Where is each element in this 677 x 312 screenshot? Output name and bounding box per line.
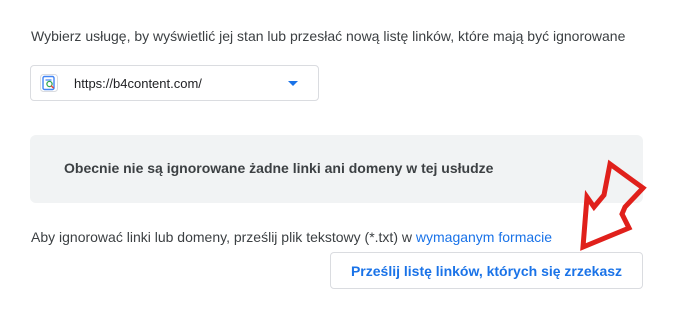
upload-disavow-list-button[interactable]: Prześlij listę linków, których się zrzek…	[330, 252, 643, 289]
property-select-value: https://b4content.com/	[74, 76, 202, 91]
format-hint: Aby ignorować linki lub domeny, prześlij…	[31, 229, 552, 245]
format-hint-text: Aby ignorować linki lub domeny, prześlij…	[31, 229, 416, 245]
intro-text: Wybierz usługę, by wyświetlić jej stan l…	[31, 28, 626, 44]
empty-state-panel: Obecnie nie są ignorowane żadne linki an…	[30, 135, 643, 203]
search-console-property-icon	[40, 74, 58, 92]
required-format-link[interactable]: wymaganym formacie	[416, 229, 552, 245]
empty-state-message: Obecnie nie są ignorowane żadne linki an…	[64, 160, 494, 176]
property-select[interactable]: https://b4content.com/	[30, 65, 319, 101]
dropdown-caret-icon	[288, 81, 298, 86]
